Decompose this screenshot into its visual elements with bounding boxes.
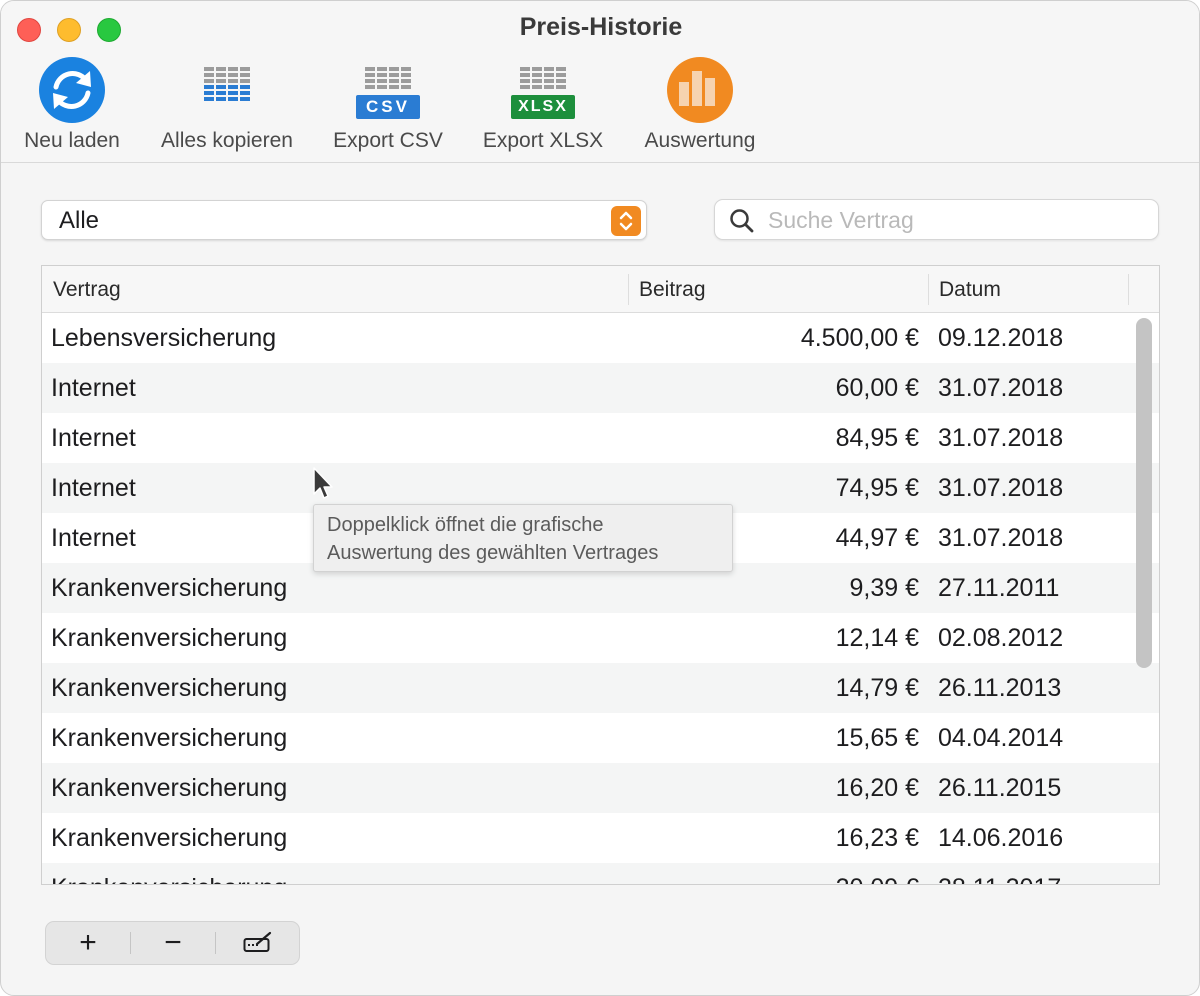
- remove-row-button[interactable]: −: [131, 922, 215, 964]
- cell-datum: 04.04.2014: [938, 724, 1064, 752]
- export-xlsx-label: Export XLSX: [482, 129, 604, 152]
- table-row[interactable]: Internet 84,95 € 31.07.2018: [42, 413, 1159, 463]
- tooltip-line-2: Auswertung des gewählten Vertrages: [327, 542, 659, 564]
- xlsx-export-icon: XLSX: [510, 57, 576, 123]
- table-header: Vertrag Beitrag Datum: [42, 266, 1159, 313]
- export-xlsx-button[interactable]: XLSX Export XLSX: [473, 57, 613, 157]
- column-header-datum[interactable]: Datum: [928, 266, 1001, 313]
- cell-vertrag: Krankenversicherung: [51, 624, 288, 652]
- cell-beitrag: 84,95 €: [835, 424, 919, 452]
- contract-filter-popup[interactable]: Alle: [41, 200, 647, 240]
- cell-vertrag: Lebensversicherung: [51, 324, 277, 352]
- cell-datum: 31.07.2018: [938, 524, 1064, 552]
- cell-vertrag: Krankenversicherung: [51, 774, 288, 802]
- tooltip: Doppelklick öffnet die grafische Auswert…: [313, 504, 733, 572]
- cell-datum: 31.07.2018: [938, 374, 1064, 402]
- table-row[interactable]: Krankenversicherung 16,20 € 26.11.2015: [42, 763, 1159, 813]
- mouse-pointer-icon: [313, 467, 333, 499]
- csv-badge: CSV: [356, 95, 420, 119]
- table-row[interactable]: Krankenversicherung 15,65 € 04.04.2014: [42, 713, 1159, 763]
- chevron-updown-icon: [611, 206, 641, 236]
- cell-datum: 14.06.2016: [938, 824, 1064, 852]
- copy-all-label: Alles kopieren: [161, 129, 293, 152]
- search-input[interactable]: [768, 204, 1148, 236]
- reload-label: Neu laden: [24, 129, 120, 152]
- table-row[interactable]: Krankenversicherung 20,09 € 28.11.2017: [42, 863, 1159, 884]
- xlsx-badge: XLSX: [511, 95, 575, 119]
- cell-vertrag: Internet: [51, 424, 136, 452]
- cell-datum: 27.11.2011: [938, 574, 1060, 602]
- table-row[interactable]: Internet 60,00 € 31.07.2018: [42, 363, 1159, 413]
- copy-table-icon: [194, 57, 260, 123]
- tooltip-line-1: Doppelklick öffnet die grafische: [327, 514, 604, 536]
- evaluation-button[interactable]: Auswertung: [633, 57, 767, 157]
- cell-datum: 26.11.2013: [938, 674, 1062, 702]
- column-header-beitrag[interactable]: Beitrag: [628, 266, 706, 313]
- cell-vertrag: Internet: [51, 524, 136, 552]
- search-field[interactable]: [714, 199, 1159, 240]
- row-actions-bar: + −: [45, 921, 300, 965]
- evaluation-label: Auswertung: [644, 129, 756, 152]
- copy-all-button[interactable]: Alles kopieren: [151, 57, 303, 157]
- table-row[interactable]: Krankenversicherung 14,79 € 26.11.2013: [42, 663, 1159, 713]
- table-row[interactable]: Krankenversicherung 16,23 € 14.06.2016: [42, 813, 1159, 863]
- cell-datum: 31.07.2018: [938, 474, 1064, 502]
- cell-datum: 02.08.2012: [938, 624, 1064, 652]
- cell-vertrag: Internet: [51, 374, 136, 402]
- search-icon: [730, 209, 754, 233]
- reload-button[interactable]: Neu laden: [15, 57, 129, 157]
- cell-beitrag: 14,79 €: [835, 674, 919, 702]
- vertical-scrollbar[interactable]: [1136, 318, 1152, 668]
- cell-vertrag: Krankenversicherung: [51, 724, 288, 752]
- table-row[interactable]: Krankenversicherung 12,14 € 02.08.2012: [42, 613, 1159, 663]
- cell-vertrag: Krankenversicherung: [51, 824, 288, 852]
- cell-beitrag: 16,20 €: [835, 774, 919, 802]
- export-csv-button[interactable]: CSV Export CSV: [323, 57, 453, 157]
- edit-row-button[interactable]: [216, 922, 300, 964]
- preis-historie-window: Preis-Historie Neu laden Alles kopieren …: [0, 0, 1200, 996]
- column-header-vertrag[interactable]: Vertrag: [42, 266, 121, 313]
- reload-icon: [39, 57, 105, 123]
- cell-datum: 09.12.2018: [938, 324, 1064, 352]
- export-csv-label: Export CSV: [333, 129, 443, 152]
- cell-beitrag: 16,23 €: [835, 824, 919, 852]
- cell-vertrag: Krankenversicherung: [51, 574, 288, 602]
- cell-datum: 31.07.2018: [938, 424, 1064, 452]
- table-row[interactable]: Lebensversicherung 4.500,00 € 09.12.2018: [42, 313, 1159, 363]
- cell-beitrag: 60,00 €: [835, 374, 919, 402]
- price-history-table: Vertrag Beitrag Datum Lebensversicherung…: [41, 265, 1160, 885]
- cell-vertrag: Internet: [51, 474, 136, 502]
- edit-icon: [243, 931, 272, 952]
- cell-datum: 28.11.2017: [938, 863, 1061, 884]
- contract-filter-value: Alle: [59, 207, 100, 234]
- cell-vertrag: Krankenversicherung: [51, 863, 287, 884]
- add-row-button[interactable]: +: [46, 922, 130, 964]
- cell-beitrag: 12,14 €: [835, 624, 919, 652]
- table-body: Lebensversicherung 4.500,00 € 09.12.2018 In…: [42, 313, 1159, 884]
- toolbar: Preis-Historie Neu laden Alles kopieren …: [1, 1, 1199, 163]
- cell-datum: 26.11.2015: [938, 774, 1062, 802]
- cell-beitrag: 4.500,00 €: [800, 324, 919, 352]
- cell-vertrag: Krankenversicherung: [51, 674, 288, 702]
- window-title: Preis-Historie: [519, 13, 683, 41]
- csv-export-icon: CSV: [355, 57, 421, 123]
- cell-beitrag: 20,09 €: [628, 863, 919, 884]
- cell-beitrag: 15,65 €: [835, 724, 919, 752]
- chart-icon: [667, 57, 733, 123]
